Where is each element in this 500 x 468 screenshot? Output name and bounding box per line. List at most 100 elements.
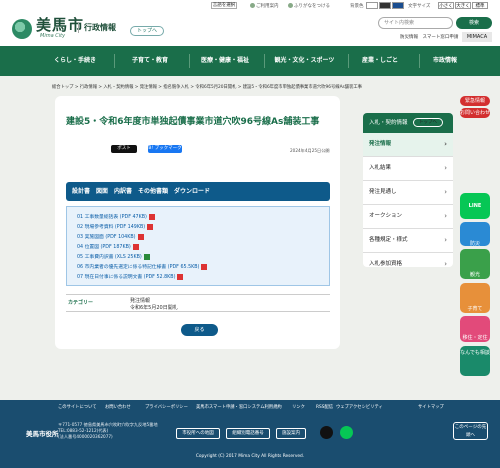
- pdf-icon: [147, 223, 154, 230]
- city-name-en: Mima City: [40, 33, 66, 39]
- category-value[interactable]: 発注情報: [130, 297, 150, 304]
- file-link-label: 06 市内業者の優先選定に係る特記仕様書 (PDF 65.5KB): [77, 265, 200, 270]
- sidebar-item-qualification[interactable]: 入札参加資格 ›: [363, 253, 453, 267]
- file-link-label: 02 現場参考資料 (PDF 149KB): [77, 225, 146, 230]
- category-row: カテゴリー 発注情報 令和6年5月20日開札: [66, 294, 330, 312]
- page-top-link[interactable]: このページの先頭へ: [453, 422, 488, 440]
- nav-item-living[interactable]: くらし・手続き: [40, 52, 110, 69]
- sidebar-item-label: オークション: [369, 213, 403, 219]
- language-select[interactable]: 言語を選択: [211, 2, 237, 9]
- back-button[interactable]: 戻る: [181, 324, 218, 336]
- file-link[interactable]: 04 位置図 (PDF 187KB): [77, 243, 139, 250]
- pdf-icon: [137, 233, 144, 240]
- footer-link[interactable]: RSS配信: [316, 404, 333, 410]
- furigana-icon: [288, 3, 293, 8]
- bg-white-button[interactable]: [366, 2, 378, 9]
- urgent-info-button[interactable]: 緊急情報: [460, 96, 490, 106]
- city-logo-icon[interactable]: [12, 19, 32, 39]
- nav-item-industry[interactable]: 産業・しごと: [345, 52, 415, 69]
- footer-link[interactable]: プライバシーポリシー: [145, 404, 188, 410]
- chevron-right-icon: ›: [444, 188, 447, 196]
- nav-item-administration[interactable]: 市政情報: [415, 52, 475, 69]
- section-label: 行政情報: [78, 22, 116, 33]
- map-link[interactable]: 市役所への地図: [176, 428, 220, 439]
- office-address: 〒771-0577 徳島県美馬市穴吹町穴吹字九反地5番地 TEL:0883-52…: [58, 422, 158, 440]
- font-standard-button[interactable]: 標準: [472, 2, 488, 9]
- bookmark-button[interactable]: B! ブックマーク 0: [148, 145, 182, 159]
- sidebar-item-orders[interactable]: 発注情報 ›: [363, 133, 453, 157]
- sidebar-item-results[interactable]: 入札結果 ›: [363, 157, 453, 181]
- header-links[interactable]: 防災情報 スマート窓口申請: [400, 34, 458, 40]
- phone-directory-link[interactable]: 組織別電話番号: [226, 428, 270, 439]
- disaster-button[interactable]: 防災: [460, 222, 490, 247]
- footer-link[interactable]: サイトマップ: [418, 404, 444, 410]
- chevron-right-icon: ›: [444, 140, 447, 148]
- footer-link[interactable]: ウェブアクセシビリティ: [336, 404, 383, 410]
- sidebar: 入札・契約情報 トップへ 発注情報 › 入札結果 › 発注見通し › オークション › …: [363, 113, 453, 267]
- file-link[interactable]: 06 市内業者の優先選定に係る特記仕様書 (PDF 65.5KB): [77, 263, 208, 270]
- chevron-right-icon: ›: [444, 212, 447, 220]
- font-large-button[interactable]: 大きく: [455, 2, 471, 9]
- line-icon[interactable]: [340, 426, 353, 439]
- publish-date: 2024年4月25日公開: [290, 148, 330, 153]
- bg-blue-button[interactable]: [392, 2, 404, 9]
- sidebar-item-label: 発注見通し: [369, 189, 397, 195]
- nav-item-childcare[interactable]: 子育て・教育: [115, 52, 185, 69]
- download-heading: 設計書 図面 内訳書 その他書類 ダウンロード: [66, 182, 330, 201]
- facilities-link[interactable]: 施設案内: [276, 428, 306, 439]
- childcare-button[interactable]: 子育て: [460, 283, 490, 313]
- nav-item-health[interactable]: 医療・健康・福祉: [190, 52, 260, 69]
- bg-color-label: 背景色: [350, 4, 364, 9]
- mimaca-link[interactable]: MIMACA: [462, 32, 492, 42]
- file-link-label: 05 工事費内訳書 (XLS 25KB): [77, 255, 142, 260]
- footer-link[interactable]: 美馬市スマート申請・窓口システム利用規約: [196, 404, 282, 410]
- sidebar-item-label: 入札結果: [369, 165, 392, 171]
- chevron-right-icon: ›: [444, 164, 447, 172]
- sidebar-top-button[interactable]: トップへ: [413, 118, 443, 127]
- nav-item-tourism[interactable]: 観光・文化・スポーツ: [262, 52, 347, 69]
- file-link-label: 07 現在日付事に係る説明文書 (PDF 52.8KB): [77, 275, 176, 280]
- sightseeing-button[interactable]: 観光: [460, 249, 490, 279]
- global-nav: くらし・手続き 子育て・教育 医療・健康・福祉 観光・文化・スポーツ 産業・しご…: [0, 46, 500, 76]
- breadcrumb[interactable]: 総合トップ > 行政情報 > 入札・契約情報 > 発注情報 > 指名競争入札 >…: [52, 84, 362, 90]
- file-link[interactable]: 05 工事費内訳書 (XLS 25KB): [77, 253, 150, 260]
- inquiry-button[interactable]: お問い合わせ: [460, 108, 490, 118]
- bg-black-button[interactable]: [379, 2, 391, 9]
- sidebar-item-regulations[interactable]: 各種規定・様式 ›: [363, 229, 453, 253]
- sidebar-item-outlook[interactable]: 発注見通し ›: [363, 181, 453, 205]
- page-title: 建設5・令和6年度市単独起債事業市道穴吹96号線As舗装工事: [66, 117, 320, 127]
- footer-nav: このサイトについて お問い合わせ プライバシーポリシー 美馬市スマート申請・窓口…: [0, 402, 500, 413]
- pdf-icon: [132, 243, 139, 250]
- migration-button[interactable]: 移住・定住: [460, 316, 490, 342]
- excel-icon: [143, 253, 150, 260]
- file-link[interactable]: 07 現在日付事に係る説明文書 (PDF 52.8KB): [77, 273, 184, 280]
- footer-link[interactable]: リンク: [292, 404, 305, 410]
- file-link[interactable]: 03 実施図面 (PDF 104KB): [77, 233, 144, 240]
- font-size-label: 文字サイズ: [408, 4, 431, 9]
- footer-link[interactable]: お問い合わせ: [105, 404, 131, 410]
- city-name[interactable]: 美馬市: [36, 14, 84, 35]
- sidebar-item-label: 各種規定・様式: [369, 237, 408, 243]
- search-input[interactable]: サイト内検索: [378, 17, 453, 29]
- guide-link[interactable]: ご利用案内: [250, 3, 279, 9]
- consult-button[interactable]: なんでも相談: [460, 346, 490, 376]
- youtube-icon[interactable]: [320, 426, 333, 439]
- sidebar-item-label: 発注情報: [369, 141, 392, 147]
- sidebar-item-auction[interactable]: オークション ›: [363, 205, 453, 229]
- file-link[interactable]: 01 工事数量総括表 (PDF 47KB): [77, 213, 155, 220]
- search-button[interactable]: 検索: [456, 17, 492, 29]
- share-x-button[interactable]: ポスト: [111, 145, 137, 153]
- furigana-link[interactable]: ふりがなをつける: [288, 3, 330, 9]
- pdf-icon: [177, 273, 184, 280]
- top-button[interactable]: トップへ: [130, 26, 164, 36]
- footer-link[interactable]: このサイトについて: [58, 404, 97, 410]
- file-link-label: 03 実施図面 (PDF 104KB): [77, 235, 136, 240]
- file-list: 01 工事数量総括表 (PDF 47KB) 02 現場参考資料 (PDF 149…: [66, 206, 330, 286]
- line-button[interactable]: LINE: [460, 193, 490, 219]
- font-small-button[interactable]: 小さく: [438, 2, 454, 9]
- corp-number-line: (法人番号4000020362077): [58, 434, 113, 439]
- sidebar-item-label: 入札参加資格: [369, 261, 403, 267]
- category-date[interactable]: 令和6年5月20日開札: [130, 304, 178, 311]
- pdf-icon: [148, 213, 155, 220]
- file-link[interactable]: 02 現場参考資料 (PDF 149KB): [77, 223, 154, 230]
